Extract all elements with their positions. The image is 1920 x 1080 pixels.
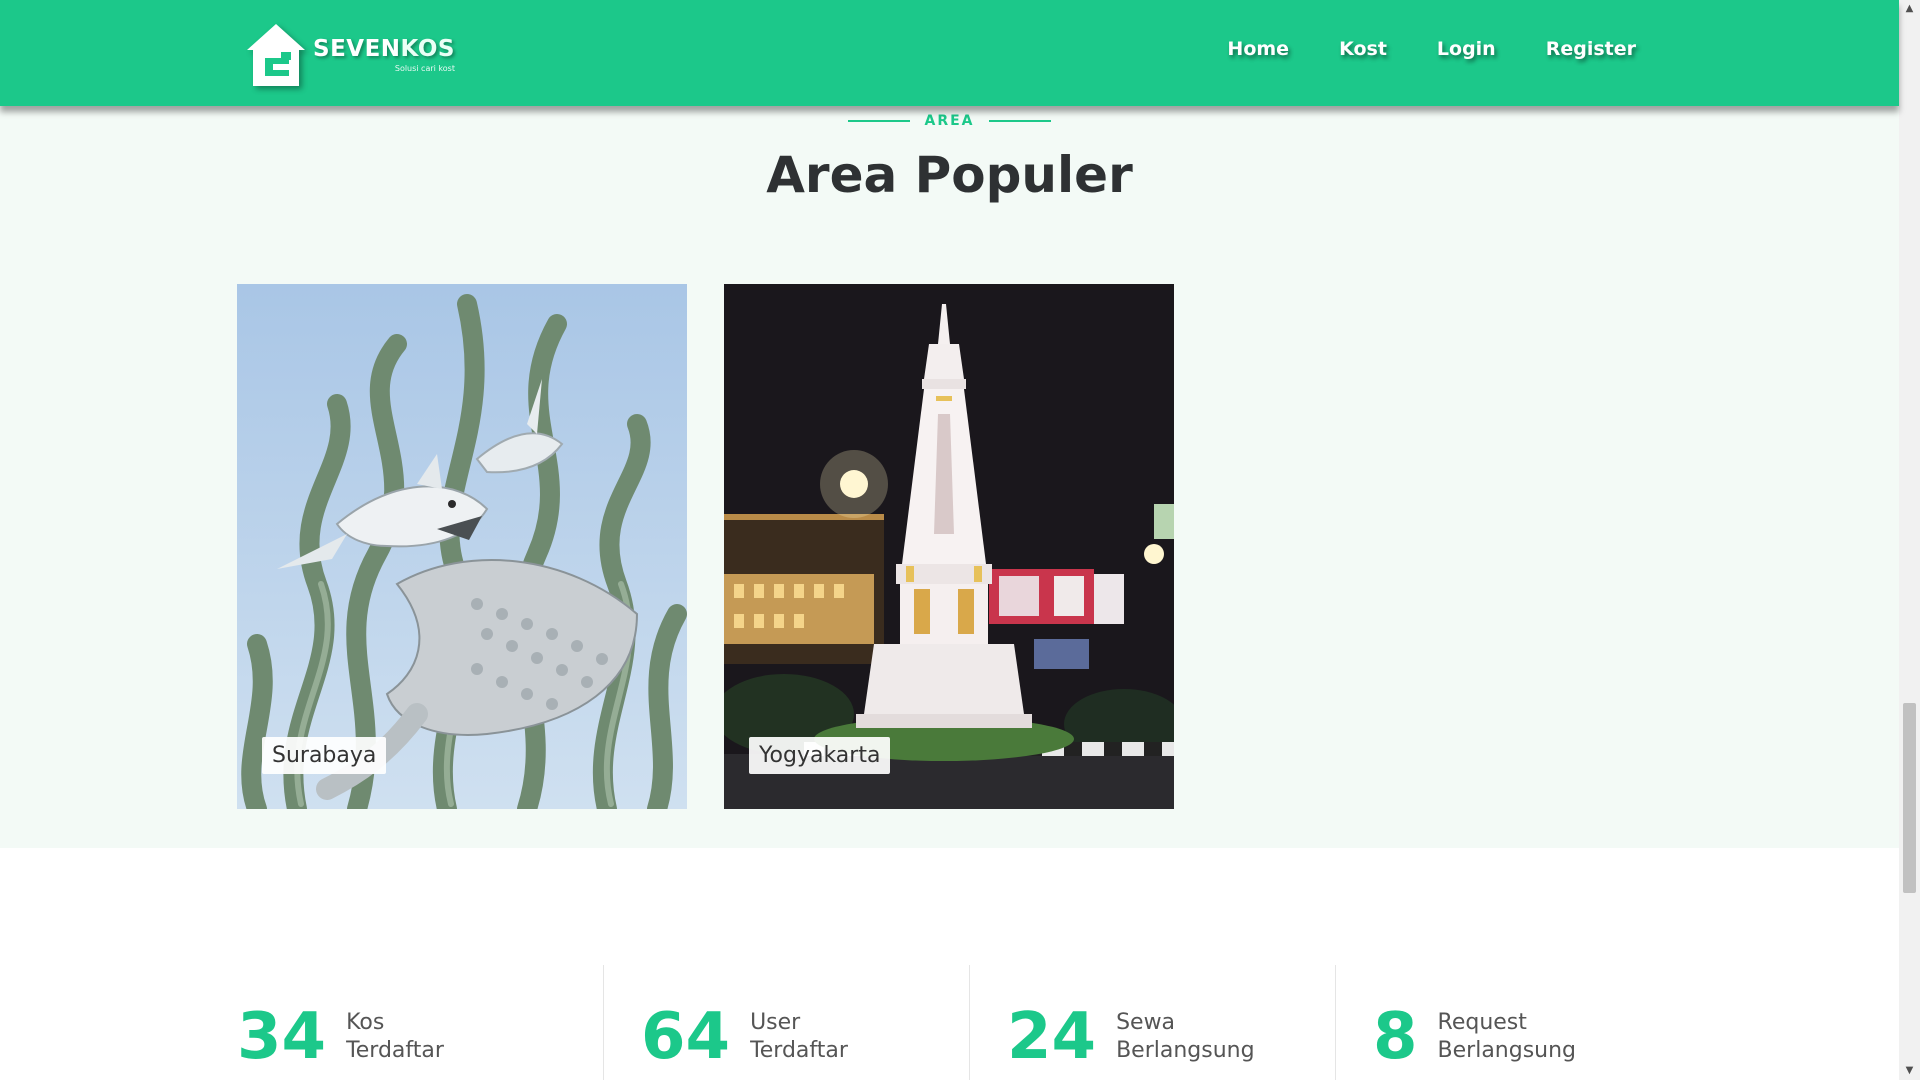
nav-kost[interactable]: Kost — [1339, 38, 1387, 60]
section-title: Area Populer — [766, 146, 1133, 204]
surabaya-monument-image — [237, 284, 687, 809]
nav-menu: Home Kost Login Register — [1227, 38, 1636, 60]
eyebrow-text: AREA — [924, 113, 975, 129]
stat-request-berlangsung: 8 Request Berlangsung — [1335, 965, 1701, 1080]
stat-divider — [969, 965, 970, 1080]
eyebrow-line-right — [988, 120, 1051, 122]
stat-number: 8 — [1373, 1000, 1418, 1074]
scroll-down-icon[interactable]: ▼ — [1899, 1062, 1920, 1080]
house-logo-icon — [247, 24, 305, 86]
stat-label: Sewa Berlangsung — [1116, 1010, 1255, 1063]
brand-name: SEVENKOS — [313, 35, 455, 62]
card-label-yogyakarta: Yogyakarta — [749, 737, 891, 774]
stat-label: Request Berlangsung — [1437, 1010, 1577, 1063]
page: AREA Area Populer Surabaya Yogyakarta SE… — [0, 0, 1920, 1080]
stat-kos-terdaftar: 34 Kos Terdaftar — [237, 965, 603, 1080]
eyebrow-line-left — [848, 120, 911, 122]
stat-number: 24 — [1007, 1000, 1097, 1074]
brand-text: SEVENKOS Solusi cari kost — [313, 35, 455, 73]
navbar: SEVENKOS Solusi cari kost Home Kost Logi… — [0, 0, 1899, 106]
stat-label: User Terdaftar — [750, 1010, 848, 1063]
brand-logo[interactable]: SEVENKOS Solusi cari kost — [245, 22, 455, 88]
yogyakarta-tugu-image — [724, 284, 1174, 809]
stat-divider — [1335, 965, 1336, 1080]
area-card-surabaya[interactable]: Surabaya — [237, 284, 687, 809]
stat-divider — [603, 965, 604, 1080]
stat-label: Kos Terdaftar — [346, 1010, 444, 1063]
stat-number: 64 — [641, 1000, 731, 1074]
stat-number: 34 — [237, 1000, 327, 1074]
nav-home[interactable]: Home — [1227, 38, 1289, 60]
nav-register[interactable]: Register — [1546, 38, 1636, 60]
area-populer-section: AREA Area Populer Surabaya Yogyakarta — [0, 0, 1899, 848]
page-scrollbar[interactable]: ▲ ▼ — [1899, 0, 1920, 1080]
card-label-surabaya: Surabaya — [262, 737, 387, 774]
area-card-yogyakarta[interactable]: Yogyakarta — [724, 284, 1174, 809]
nav-login[interactable]: Login — [1437, 38, 1496, 60]
stat-sewa-berlangsung: 24 Sewa Berlangsung — [969, 965, 1335, 1080]
scroll-up-icon[interactable]: ▲ — [1899, 0, 1920, 18]
stat-user-terdaftar: 64 User Terdaftar — [603, 965, 969, 1080]
brand-tagline: Solusi cari kost — [394, 63, 455, 73]
scrollbar-thumb[interactable] — [1903, 703, 1916, 893]
stats-row: 34 Kos Terdaftar 64 User Terdaftar 24 Se… — [237, 965, 1702, 1080]
section-eyebrow: AREA — [0, 113, 1899, 129]
